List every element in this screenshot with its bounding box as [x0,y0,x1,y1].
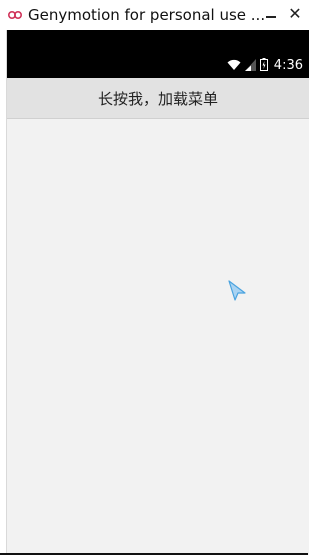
long-press-bar[interactable]: 长按我，加载菜单 [7,78,309,119]
battery-icon [259,56,268,75]
long-press-label: 长按我，加载菜单 [97,89,218,108]
close-button[interactable]: ✕ [286,5,304,23]
genymotion-logo-icon [8,8,22,22]
minimize-icon [266,16,276,18]
android-status-bar: 4:36 [7,30,309,78]
window-titlebar: Genymotion for personal use ... ✕ [0,0,308,30]
status-clock: 4:36 [273,57,303,73]
emulator-screen[interactable]: 4:36 长按我，加载菜单 [6,30,309,555]
minimize-button[interactable] [262,5,280,23]
status-icons: 4:36 [227,57,303,73]
signal-icon [244,56,256,75]
window-title: Genymotion for personal use ... [28,6,264,24]
wifi-icon [227,56,241,75]
mouse-cursor-icon [227,280,247,306]
content-area[interactable] [7,119,309,555]
